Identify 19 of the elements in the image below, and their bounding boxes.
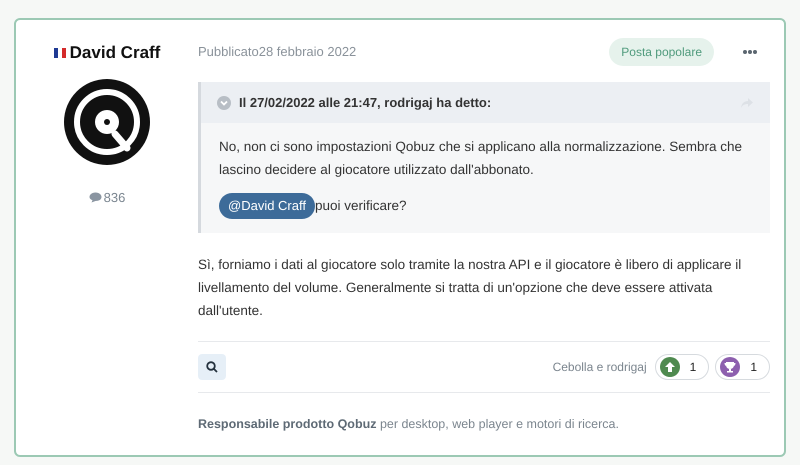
quote-text: puoi verificare? xyxy=(314,196,407,215)
quote-text: No, non ci sono impostazioni Qobuz che si applicano alla normalizzazione. Sembra che lascino decidere al giocatore utilizzato dall'abbonato. xyxy=(219,138,744,179)
popular-post-badge: Posta popolare xyxy=(609,38,714,66)
reacted-by[interactable]: Cebolla e rodrigaj xyxy=(552,358,647,376)
avatar-icon[interactable] xyxy=(63,78,151,166)
author-name[interactable]: David Craff xyxy=(70,40,160,66)
post-date: Pubblicato28 febbraio 2022 xyxy=(198,43,356,62)
more-options-icon[interactable] xyxy=(742,49,758,55)
signature: Responsabile prodotto Qobuz per desktop, web player e motori di ricerca. xyxy=(198,416,620,433)
reaction-button[interactable]: 1 xyxy=(715,354,770,380)
reaction-button[interactable]: 1 xyxy=(654,354,710,380)
search-icon xyxy=(206,360,218,372)
comment-icon xyxy=(88,192,102,203)
search-button[interactable] xyxy=(198,354,226,380)
mention-link[interactable]: @David Craff xyxy=(219,193,315,218)
post-body: Sì, forniamo i dati al giocatore solo tramite la nostra API e il giocatore è libero di applicare il livellamento del volume. Generalmente si tratta di un'opzione che deve essere attivata dall'utente. xyxy=(198,256,742,320)
post-count: 836 xyxy=(104,188,126,206)
flag-icon xyxy=(54,48,66,58)
quote-header: Il 27/02/2022 alle 21:47, rodrigaj ha detto: xyxy=(239,94,492,112)
